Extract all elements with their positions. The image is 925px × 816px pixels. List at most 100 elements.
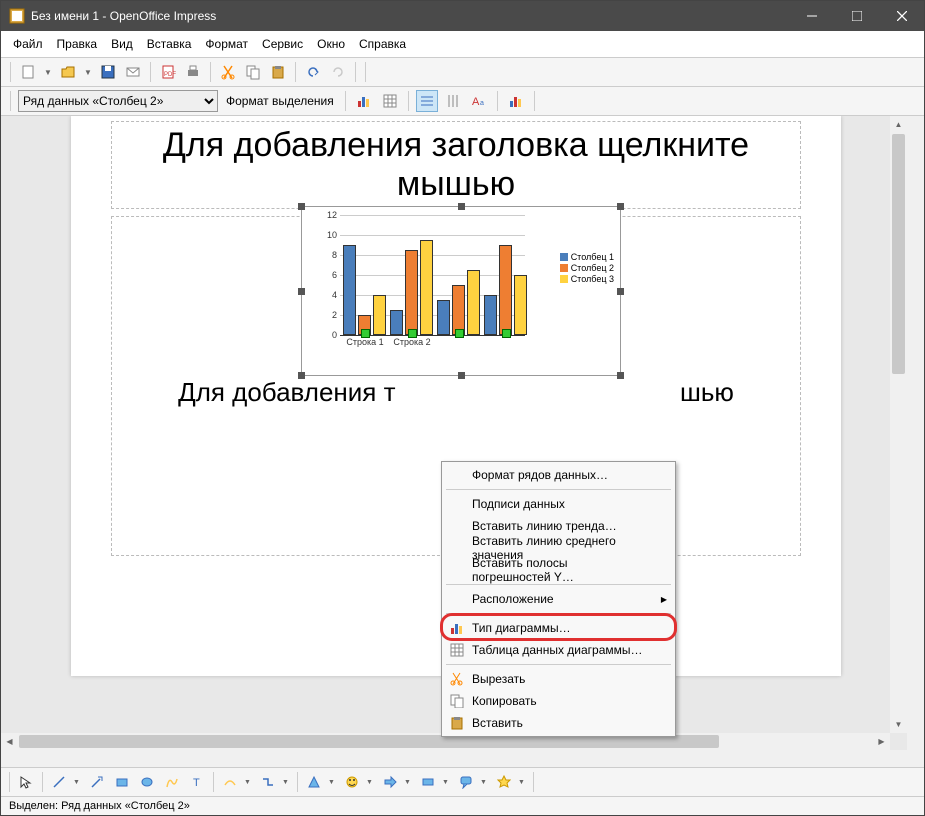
bar-s1-c4[interactable] xyxy=(484,295,497,335)
mail-button[interactable] xyxy=(122,61,144,83)
open-button[interactable] xyxy=(57,61,79,83)
bar-s3-c1[interactable] xyxy=(373,295,386,335)
cut-button[interactable] xyxy=(217,61,239,83)
grid-h-button[interactable] xyxy=(416,90,438,112)
menu-insert[interactable]: Вставка xyxy=(141,35,198,53)
ytick: 0 xyxy=(332,330,337,340)
toolbar-main: ▼ ▼ PDF xyxy=(1,58,924,87)
open-dropdown[interactable]: ▼ xyxy=(82,68,94,77)
undo-button[interactable] xyxy=(302,61,324,83)
menu-tools[interactable]: Сервис xyxy=(256,35,309,53)
ytick: 12 xyxy=(327,210,337,220)
bar-s1-c3[interactable] xyxy=(437,300,450,335)
svg-text:T: T xyxy=(193,777,200,789)
copy-button[interactable] xyxy=(242,61,264,83)
new-button[interactable] xyxy=(17,61,39,83)
xtick: Строка 1 xyxy=(340,337,390,347)
bar-s3-c2[interactable] xyxy=(420,240,433,335)
legend-item: Столбец 3 xyxy=(571,274,614,284)
pointer-tool[interactable] xyxy=(15,771,37,793)
data-table-button[interactable] xyxy=(379,90,401,112)
grid-v-button[interactable] xyxy=(442,90,464,112)
ytick: 8 xyxy=(332,250,337,260)
context-menu: Формат рядов данных… Подписи данных Вста… xyxy=(441,461,676,737)
toolbar-grip xyxy=(10,62,11,82)
vertical-scrollbar[interactable]: ▲ ▼ xyxy=(890,116,907,733)
ytick: 4 xyxy=(332,290,337,300)
bar-s2-c4[interactable] xyxy=(499,245,512,335)
grid-icon xyxy=(448,641,466,659)
element-select[interactable]: Ряд данных «Столбец 2» xyxy=(18,90,218,112)
basic-shapes-tool[interactable] xyxy=(303,771,325,793)
ytick: 6 xyxy=(332,270,337,280)
window-title: Без имени 1 - OpenOffice Impress xyxy=(31,9,789,23)
maximize-button[interactable] xyxy=(834,1,879,31)
pdf-button[interactable]: PDF xyxy=(157,61,179,83)
bar-s3-c4[interactable] xyxy=(514,275,527,335)
chart-bars[interactable] xyxy=(340,215,525,335)
arrow-tool[interactable] xyxy=(86,771,108,793)
toolbar-grip2 xyxy=(365,62,366,82)
bar-s1-c1[interactable] xyxy=(343,245,356,335)
legend-item: Столбец 1 xyxy=(571,252,614,262)
redo-button[interactable] xyxy=(327,61,349,83)
stars-tool[interactable] xyxy=(493,771,515,793)
format-selection-label[interactable]: Формат выделения xyxy=(222,94,338,108)
cm-data-labels[interactable]: Подписи данных xyxy=(444,493,673,515)
titlebar: Без имени 1 - OpenOffice Impress xyxy=(1,1,924,31)
line-tool[interactable] xyxy=(48,771,70,793)
chart-plot-area[interactable]: 12 10 8 6 4 2 0 xyxy=(322,215,527,360)
bar-s2-c1[interactable] xyxy=(358,315,371,335)
menubar: Файл Правка Вид Вставка Формат Сервис Ок… xyxy=(1,31,924,58)
bar-s2-c3[interactable] xyxy=(452,285,465,335)
cm-paste[interactable]: Вставить xyxy=(444,712,673,734)
text-tool[interactable]: T xyxy=(186,771,208,793)
cm-format-series[interactable]: Формат рядов данных… xyxy=(444,464,673,486)
slide-title-placeholder[interactable]: Для добавления заголовка щелкните мышью xyxy=(111,121,801,209)
menu-file[interactable]: Файл xyxy=(7,35,49,53)
connector-tool[interactable] xyxy=(257,771,279,793)
chart-object[interactable]: 12 10 8 6 4 2 0 xyxy=(301,206,621,376)
minimize-button[interactable] xyxy=(789,1,834,31)
ellipse-tool[interactable] xyxy=(136,771,158,793)
ytick: 10 xyxy=(327,230,337,240)
new-dropdown[interactable]: ▼ xyxy=(42,68,54,77)
menu-format[interactable]: Формат xyxy=(199,35,254,53)
text-scale-button[interactable]: Aa xyxy=(468,90,490,112)
bar-s1-c2[interactable] xyxy=(390,310,403,335)
reorganize-button[interactable] xyxy=(505,90,527,112)
flowchart-tool[interactable] xyxy=(417,771,439,793)
rect-tool[interactable] xyxy=(111,771,133,793)
cm-chart-type[interactable]: Тип диаграммы… xyxy=(444,617,673,639)
legend-item: Столбец 2 xyxy=(571,263,614,273)
menu-window[interactable]: Окно xyxy=(311,35,351,53)
cut-icon xyxy=(448,670,466,688)
paste-button[interactable] xyxy=(267,61,289,83)
app-icon xyxy=(9,8,25,24)
cm-error-bars[interactable]: Вставить полосы погрешностей Y… xyxy=(444,559,673,581)
print-button[interactable] xyxy=(182,61,204,83)
cm-arrange[interactable]: Расположение▶ xyxy=(444,588,673,610)
menu-view[interactable]: Вид xyxy=(105,35,139,53)
cm-copy[interactable]: Копировать xyxy=(444,690,673,712)
menu-help[interactable]: Справка xyxy=(353,35,412,53)
bar-s2-c2[interactable] xyxy=(405,250,418,335)
cm-data-table[interactable]: Таблица данных диаграммы… xyxy=(444,639,673,661)
freeform-tool[interactable] xyxy=(161,771,183,793)
svg-text:PDF: PDF xyxy=(164,72,176,78)
drawing-toolbar: ▼ T ▼ ▼ ▼ ▼ ▼ ▼ ▼ ▼ xyxy=(1,767,924,796)
bar-s3-c3[interactable] xyxy=(467,270,480,335)
chart-type-button[interactable] xyxy=(353,90,375,112)
symbol-shapes-tool[interactable] xyxy=(341,771,363,793)
block-arrows-tool[interactable] xyxy=(379,771,401,793)
callout-tool[interactable] xyxy=(455,771,477,793)
chart-legend[interactable]: Столбец 1 Столбец 2 Столбец 3 xyxy=(560,251,614,285)
canvas-area[interactable]: Для добавления заголовка щелкните мышью … xyxy=(1,116,924,767)
cm-cut[interactable]: Вырезать xyxy=(444,668,673,690)
curve-tool[interactable] xyxy=(219,771,241,793)
paste-icon xyxy=(448,714,466,732)
text-left-fragment: Для добавления т xyxy=(178,377,395,407)
close-button[interactable] xyxy=(879,1,924,31)
save-button[interactable] xyxy=(97,61,119,83)
menu-edit[interactable]: Правка xyxy=(51,35,104,53)
